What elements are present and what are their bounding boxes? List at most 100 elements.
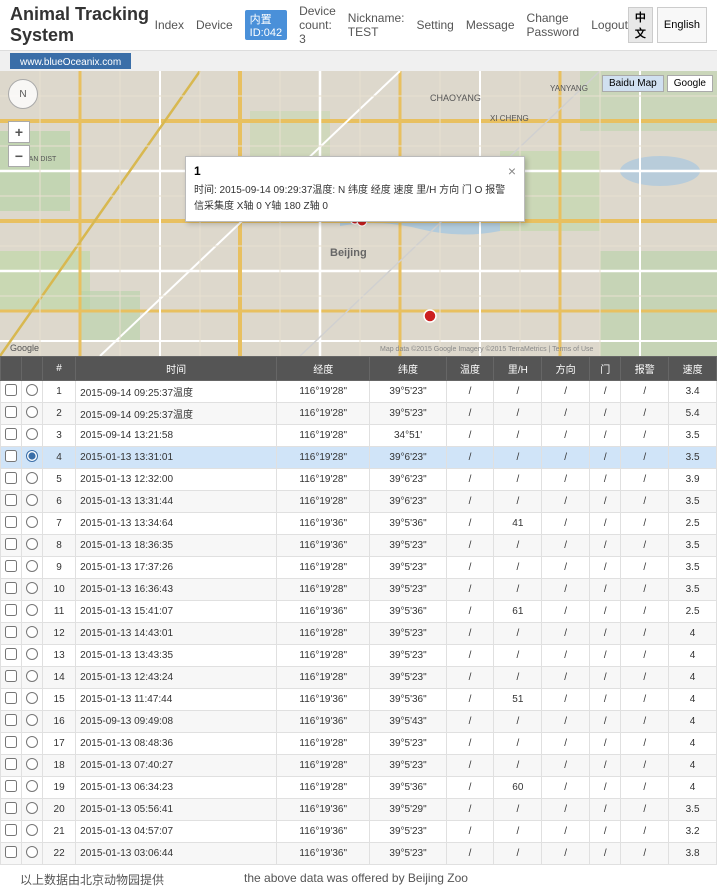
row-radio[interactable] <box>22 667 43 689</box>
row-checkbox[interactable] <box>1 557 22 579</box>
table-row[interactable]: 15 2015-01-13 11:47:44 116°19'36" 39°5'3… <box>1 689 717 711</box>
row-checkbox[interactable] <box>1 689 22 711</box>
row-time: 2015-01-13 13:34:64 <box>76 513 277 535</box>
nav-index[interactable]: Index <box>155 18 184 32</box>
row-checkbox[interactable] <box>1 755 22 777</box>
row-temp: / <box>446 843 494 865</box>
table-row[interactable]: 2 2015-09-14 09:25:37温度 116°19'28" 39°5'… <box>1 403 717 425</box>
nav-setting[interactable]: Setting <box>416 18 453 32</box>
table-row[interactable]: 12 2015-01-13 14:43:01 116°19'28" 39°5'2… <box>1 623 717 645</box>
row-dir: / <box>542 381 590 403</box>
table-row[interactable]: 17 2015-01-13 08:48:36 116°19'28" 39°5'2… <box>1 733 717 755</box>
table-row[interactable]: 5 2015-01-13 12:32:00 116°19'28" 39°6'23… <box>1 469 717 491</box>
row-radio[interactable] <box>22 645 43 667</box>
row-num: 8 <box>43 535 76 557</box>
row-checkbox[interactable] <box>1 623 22 645</box>
table-row[interactable]: 3 2015-09-14 13:21:58 116°19'28" 34°51' … <box>1 425 717 447</box>
row-lng: 116°19'28" <box>277 733 370 755</box>
table-body: 1 2015-09-14 09:25:37温度 116°19'28" 39°5'… <box>1 381 717 865</box>
col-door: 门 <box>590 357 621 381</box>
row-checkbox[interactable] <box>1 381 22 403</box>
table-row[interactable]: 8 2015-01-13 18:36:35 116°19'36" 39°5'23… <box>1 535 717 557</box>
row-checkbox[interactable] <box>1 843 22 865</box>
row-dir: / <box>542 557 590 579</box>
row-checkbox[interactable] <box>1 491 22 513</box>
row-door: / <box>590 667 621 689</box>
row-radio[interactable] <box>22 733 43 755</box>
row-checkbox[interactable] <box>1 667 22 689</box>
row-checkbox[interactable] <box>1 469 22 491</box>
google-map-button[interactable]: Google <box>667 75 713 92</box>
row-radio[interactable] <box>22 469 43 491</box>
table-row[interactable]: 9 2015-01-13 17:37:26 116°19'28" 39°5'23… <box>1 557 717 579</box>
row-checkbox[interactable] <box>1 733 22 755</box>
table-row[interactable]: 6 2015-01-13 13:31:44 116°19'28" 39°6'23… <box>1 491 717 513</box>
row-radio[interactable] <box>22 491 43 513</box>
row-checkbox[interactable] <box>1 579 22 601</box>
lang-zh-button[interactable]: 中文 <box>628 7 653 43</box>
baidu-map-button[interactable]: Baidu Map <box>602 75 664 92</box>
nav-logout[interactable]: Logout <box>591 18 628 32</box>
row-alarm: / <box>621 689 669 711</box>
popup-close-button[interactable]: × <box>508 163 516 179</box>
table-row[interactable]: 21 2015-01-13 04:57:07 116°19'36" 39°5'2… <box>1 821 717 843</box>
row-radio[interactable] <box>22 535 43 557</box>
row-radio[interactable] <box>22 601 43 623</box>
table-row[interactable]: 19 2015-01-13 06:34:23 116°19'28" 39°5'3… <box>1 777 717 799</box>
row-door: / <box>590 799 621 821</box>
row-checkbox[interactable] <box>1 821 22 843</box>
row-num: 16 <box>43 711 76 733</box>
row-checkbox[interactable] <box>1 645 22 667</box>
row-dir: / <box>542 579 590 601</box>
row-radio[interactable] <box>22 557 43 579</box>
table-row[interactable]: 7 2015-01-13 13:34:64 116°19'36" 39°5'36… <box>1 513 717 535</box>
table-row[interactable]: 13 2015-01-13 13:43:35 116°19'28" 39°5'2… <box>1 645 717 667</box>
lang-en-button[interactable]: English <box>657 7 707 43</box>
row-temp: / <box>446 623 494 645</box>
row-checkbox[interactable] <box>1 535 22 557</box>
table-row[interactable]: 18 2015-01-13 07:40:27 116°19'28" 39°5'2… <box>1 755 717 777</box>
table-row[interactable]: 10 2015-01-13 16:36:43 116°19'28" 39°5'2… <box>1 579 717 601</box>
table-row[interactable]: 14 2015-01-13 12:43:24 116°19'28" 39°5'2… <box>1 667 717 689</box>
row-checkbox[interactable] <box>1 403 22 425</box>
row-radio[interactable] <box>22 579 43 601</box>
row-radio[interactable] <box>22 623 43 645</box>
zoom-out-button[interactable]: − <box>8 145 30 167</box>
nav-device[interactable]: Device <box>196 18 233 32</box>
row-door: / <box>590 447 621 469</box>
row-checkbox[interactable] <box>1 447 22 469</box>
row-radio[interactable] <box>22 777 43 799</box>
table-row[interactable]: 1 2015-09-14 09:25:37温度 116°19'28" 39°5'… <box>1 381 717 403</box>
row-checkbox[interactable] <box>1 425 22 447</box>
row-radio[interactable] <box>22 381 43 403</box>
nav-message[interactable]: Message <box>466 18 515 32</box>
row-checkbox[interactable] <box>1 601 22 623</box>
row-radio[interactable] <box>22 755 43 777</box>
row-radio[interactable] <box>22 425 43 447</box>
row-checkbox[interactable] <box>1 711 22 733</box>
table-row[interactable]: 22 2015-01-13 03:06:44 116°19'36" 39°5'2… <box>1 843 717 865</box>
table-row[interactable]: 20 2015-01-13 05:56:41 116°19'36" 39°5'2… <box>1 799 717 821</box>
zoom-in-button[interactable]: + <box>8 121 30 143</box>
table-row[interactable]: 16 2015-09-13 09:49:08 116°19'36" 39°5'4… <box>1 711 717 733</box>
row-radio[interactable] <box>22 403 43 425</box>
row-radio[interactable] <box>22 799 43 821</box>
row-checkbox[interactable] <box>1 513 22 535</box>
row-lat: 39°5'29" <box>370 799 446 821</box>
row-radio[interactable] <box>22 689 43 711</box>
row-checkbox[interactable] <box>1 799 22 821</box>
row-radio[interactable] <box>22 711 43 733</box>
svg-text:Google: Google <box>10 343 39 353</box>
row-radio[interactable] <box>22 821 43 843</box>
row-radio[interactable] <box>22 447 43 469</box>
row-temp: / <box>446 777 494 799</box>
nav-change-password[interactable]: Change Password <box>527 11 580 39</box>
table-row[interactable]: 4 2015-01-13 13:31:01 116°19'28" 39°6'23… <box>1 447 717 469</box>
table-row[interactable]: 11 2015-01-13 15:41:07 116°19'36" 39°5'3… <box>1 601 717 623</box>
row-door: / <box>590 733 621 755</box>
row-radio[interactable] <box>22 513 43 535</box>
row-checkbox[interactable] <box>1 777 22 799</box>
row-time: 2015-01-13 07:40:27 <box>76 755 277 777</box>
row-lat: 39°5'23" <box>370 843 446 865</box>
row-radio[interactable] <box>22 843 43 865</box>
